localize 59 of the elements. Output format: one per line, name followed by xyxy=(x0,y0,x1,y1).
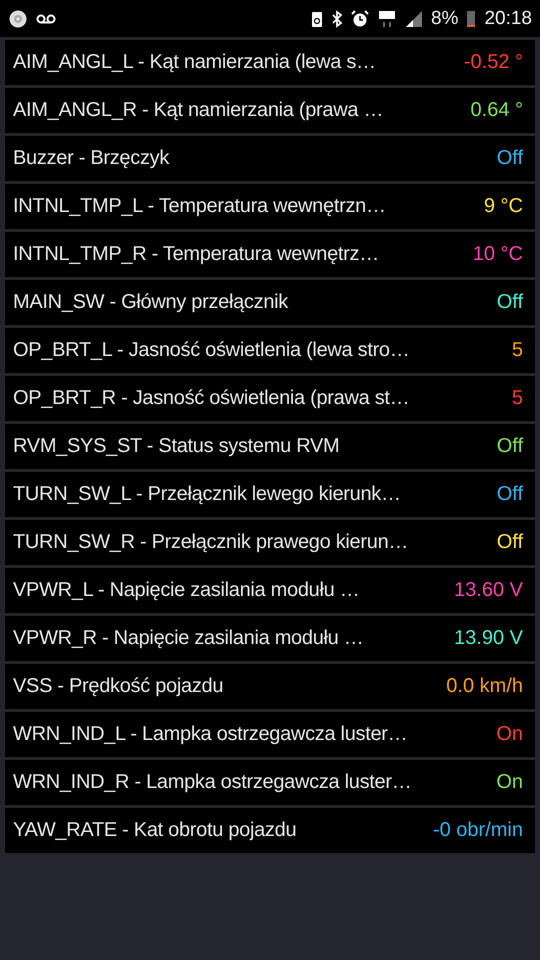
parameter-value: 13.60 V xyxy=(454,579,523,602)
list-row[interactable]: INTNL_TMP_R - Temperatura wewnętrz… 10 °C xyxy=(5,232,535,277)
list-row[interactable]: INTNL_TMP_L - Temperatura wewnętrzn… 9 °C xyxy=(5,184,535,229)
parameter-name: VPWR_R - Napięcie zasilania modułu … xyxy=(13,627,364,650)
parameter-name: VSS - Prędkość pojazdu xyxy=(13,675,224,698)
parameter-value: 0.0 km/h xyxy=(446,675,523,698)
parameter-name: OP_BRT_L - Jasność oświetlenia (lewa stro… xyxy=(13,339,410,362)
battery-saver-icon xyxy=(310,10,323,28)
parameter-value: -0 obr/min xyxy=(432,819,523,842)
list-row[interactable]: Buzzer - Brzęczyk Off xyxy=(5,136,535,181)
list-row[interactable]: WRN_IND_L - Lampka ostrzegawcza luster… On xyxy=(5,712,535,757)
list-row[interactable]: MAIN_SW - Główny przełącznik Off xyxy=(5,280,535,325)
parameter-name: INTNL_TMP_L - Temperatura wewnętrzn… xyxy=(13,195,387,218)
parameter-value: On xyxy=(496,771,523,794)
list-row[interactable]: OP_BRT_L - Jasność oświetlenia (lewa stro… 5 xyxy=(5,328,535,373)
parameter-name: AIM_ANGL_L - Kąt namierzania (lewa s… xyxy=(13,51,377,74)
parameter-value: Off xyxy=(496,531,523,554)
battery-percent: 8% xyxy=(430,8,458,30)
parameter-value: Off xyxy=(496,147,523,170)
parameter-name: INTNL_TMP_R - Temperatura wewnętrz… xyxy=(13,243,380,266)
list-row[interactable]: RVM_SYS_ST - Status systemu RVM Off xyxy=(5,424,535,469)
parameter-name: WRN_IND_R - Lampka ostrzegawcza luster… xyxy=(13,771,412,794)
bluetooth-icon xyxy=(330,10,343,28)
parameter-name: MAIN_SW - Główny przełącznik xyxy=(13,291,290,314)
clock-time: 20:18 xyxy=(484,8,532,30)
parameter-value: Off xyxy=(496,291,523,314)
list-row[interactable]: VPWR_L - Napięcie zasilania modułu … 13.60 V xyxy=(5,568,535,613)
parameter-name: TURN_SW_L - Przełącznik lewego kierunk… xyxy=(13,483,402,506)
parameter-value: Off xyxy=(496,483,523,506)
battery-icon xyxy=(466,10,476,28)
parameter-name: TURN_SW_R - Przełącznik prawego kierun… xyxy=(13,531,410,554)
parameter-value: Off xyxy=(496,435,523,458)
list-row[interactable]: VPWR_R - Napięcie zasilania modułu … 13.90 V xyxy=(5,616,535,661)
disc-icon xyxy=(8,10,28,28)
alarm-icon xyxy=(350,10,369,28)
parameter-value: 0.64 ° xyxy=(470,99,523,122)
parameter-name: RVM_SYS_ST - Status systemu RVM xyxy=(13,435,340,458)
parameter-value: 10 °C xyxy=(472,243,523,266)
parameter-value: -0.52 ° xyxy=(464,51,523,74)
parameter-name: WRN_IND_L - Lampka ostrzegawcza luster… xyxy=(13,723,408,746)
list-row[interactable]: VSS - Prędkość pojazdu 0.0 km/h xyxy=(5,664,535,709)
parameter-value: 13.90 V xyxy=(454,627,523,650)
list-row[interactable]: TURN_SW_L - Przełącznik lewego kierunk… Off xyxy=(5,472,535,517)
list-row[interactable]: TURN_SW_R - Przełącznik prawego kierun… Off xyxy=(5,520,535,565)
list-row[interactable]: OP_BRT_R - Jasność oświetlenia (prawa st… 5 xyxy=(5,376,535,421)
parameter-value: 5 xyxy=(512,339,523,362)
list-row[interactable]: YAW_RATE - Kat obrotu pojazdu -0 obr/min xyxy=(5,808,535,853)
parameter-value: 9 °C xyxy=(484,195,523,218)
list-row[interactable]: WRN_IND_R - Lampka ostrzegawcza luster… On xyxy=(5,760,535,805)
parameter-name: YAW_RATE - Kat obrotu pojazdu xyxy=(13,819,298,842)
list-row[interactable]: AIM_ANGL_L - Kąt namierzania (lewa s… -0.52 ° xyxy=(5,40,535,85)
parameter-name: Buzzer - Brzęczyk xyxy=(13,147,170,170)
signal-icon xyxy=(404,10,423,28)
parameter-value: 5 xyxy=(512,387,523,410)
parameter-name: VPWR_L - Napięcie zasilania modułu … xyxy=(13,579,360,602)
parameter-name: AIM_ANGL_R - Kąt namierzania (prawa … xyxy=(13,99,384,122)
parameter-name: OP_BRT_R - Jasność oświetlenia (prawa st… xyxy=(13,387,410,410)
parameter-value: On xyxy=(496,723,523,746)
list-row[interactable]: AIM_ANGL_R - Kąt namierzania (prawa … 0.64 ° xyxy=(5,88,535,133)
